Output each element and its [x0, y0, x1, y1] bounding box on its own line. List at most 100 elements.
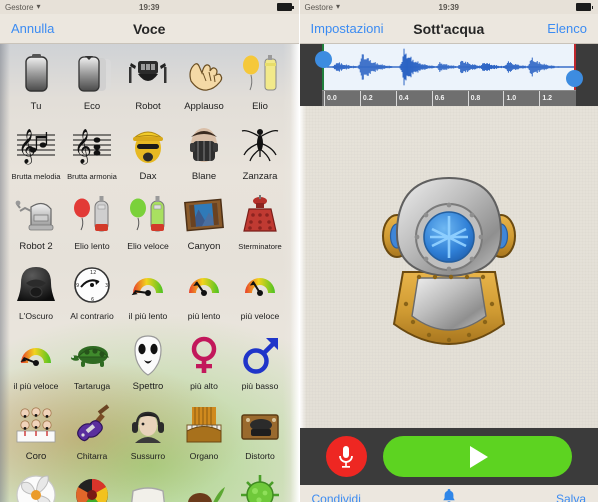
- red-balloon-tank-icon: [64, 190, 120, 240]
- share-button[interactable]: Condividi: [312, 492, 361, 502]
- effect-cell[interactable]: [64, 468, 120, 502]
- balloon-helium-icon: [232, 50, 288, 100]
- reverse-clock-icon: 12 3 6 9: [64, 260, 120, 310]
- effect-cell[interactable]: Robot 2: [8, 188, 64, 258]
- list-button[interactable]: Elenco: [547, 21, 587, 36]
- effect-cell[interactable]: [120, 468, 176, 502]
- waveform-plot: [321, 48, 576, 86]
- effect-cell[interactable]: Blane: [176, 118, 232, 188]
- effect-cell[interactable]: Canyon: [176, 188, 232, 258]
- effect-cell[interactable]: più lento: [176, 258, 232, 328]
- effect-cell[interactable]: Coro: [8, 398, 64, 468]
- effect-label: più veloce: [240, 311, 280, 321]
- effects-grid: Tu Eco Robot Applauso Elio 𝄞 Brutta melodia 𝄞 Br…: [0, 44, 299, 502]
- effect-cell[interactable]: Organo: [176, 398, 232, 468]
- effect-label: Tartaruga: [73, 381, 111, 391]
- effect-label: Sussurro: [130, 451, 166, 461]
- left-phone-screen: Gestore ▾ 19:39 Annulla Voce Tu Eco Robot A…: [0, 0, 299, 502]
- effect-cell[interactable]: Spettro: [120, 328, 176, 398]
- effect-cell[interactable]: Tu: [8, 48, 64, 118]
- mosquito-icon: [232, 120, 288, 170]
- waveform-editor[interactable]: 0.0 0.2 0.4 0.6 0.8 1.0 1.2: [299, 44, 598, 106]
- gauge-slowest-icon: [120, 260, 176, 310]
- right-navbar: Impostazioni Sott'acqua Elenco: [299, 14, 598, 44]
- robot-head-icon: [120, 50, 176, 100]
- bell-icon[interactable]: [442, 488, 456, 502]
- settings-button[interactable]: Impostazioni: [311, 21, 384, 36]
- waveform-canvas[interactable]: [321, 44, 576, 90]
- effect-cell[interactable]: L'Oscuro: [8, 258, 64, 328]
- ruler-tick: 0.4: [395, 91, 409, 106]
- spinner-wheel-icon: [64, 470, 120, 502]
- mars-symbol-icon: [232, 330, 288, 380]
- record-button[interactable]: [325, 436, 367, 477]
- selection-end-handle[interactable]: [566, 70, 583, 87]
- effect-cell[interactable]: [232, 468, 288, 502]
- effect-cell[interactable]: [8, 468, 64, 502]
- effect-cell[interactable]: Applauso: [176, 48, 232, 118]
- battery-full-icon: [276, 3, 294, 11]
- effect-label: Sterminatore: [238, 242, 282, 251]
- effect-cell[interactable]: Chitarra: [64, 398, 120, 468]
- status-time: 19:39: [438, 2, 459, 12]
- effect-label: più lento: [187, 311, 221, 321]
- effect-cell[interactable]: Dax: [120, 118, 176, 188]
- transport-bar: [299, 428, 598, 485]
- ruler-tick: 0.2: [359, 91, 373, 106]
- selection-start-handle[interactable]: [314, 51, 332, 68]
- save-button[interactable]: Salva: [556, 492, 586, 502]
- effect-label: Applauso: [184, 101, 224, 112]
- effect-cell[interactable]: Distorto: [232, 398, 288, 468]
- effect-label: Blane: [191, 171, 217, 182]
- ruler-tick-label: 0.6: [434, 95, 445, 102]
- effect-cell[interactable]: Zanzara: [232, 118, 288, 188]
- effect-cell[interactable]: più alto: [176, 328, 232, 398]
- effect-label: L'Oscuro: [18, 311, 54, 321]
- effect-cell[interactable]: Sussurro: [120, 398, 176, 468]
- ruler-tick-label: 0.8: [470, 95, 481, 102]
- effect-cell[interactable]: [176, 468, 232, 502]
- effect-cell[interactable]: 12 3 6 9 Al contrario: [64, 258, 120, 328]
- cancel-button[interactable]: Annulla: [11, 21, 54, 36]
- ruler-tick-label: 1.0: [506, 95, 517, 102]
- venus-symbol-icon: [176, 330, 232, 380]
- ruler-tick-label: 1.2: [542, 95, 553, 102]
- effect-cell[interactable]: più basso: [232, 328, 288, 398]
- effect-cell[interactable]: Sterminatore: [232, 188, 288, 258]
- effect-cell[interactable]: Elio lento: [64, 188, 120, 258]
- ghost-mask-icon: [120, 330, 176, 380]
- effect-label: Brutta armonia: [67, 172, 117, 181]
- effect-cell[interactable]: 𝄞 Brutta armonia: [64, 118, 120, 188]
- effect-cell[interactable]: il più lento: [120, 258, 176, 328]
- gauge-faster-icon: [232, 260, 288, 310]
- effect-cell[interactable]: Tartaruga: [64, 328, 120, 398]
- status-bar-left: Gestore ▾ 19:39: [0, 0, 299, 14]
- time-ruler: 0.0 0.2 0.4 0.6 0.8 1.0 1.2: [321, 90, 576, 106]
- left-navbar: Annulla Voce: [0, 14, 299, 44]
- svg-text:𝄞: 𝄞: [18, 129, 36, 165]
- effect-label: più basso: [241, 381, 279, 391]
- right-phone-screen: Gestore ▾ 19:39 Impostazioni Sott'acqua …: [299, 0, 598, 502]
- robot-arm-icon: [8, 190, 64, 240]
- effect-label: Organo: [189, 451, 219, 461]
- play-button[interactable]: [382, 436, 572, 477]
- effect-label: il più lento: [128, 311, 168, 321]
- effect-cell[interactable]: Eco: [64, 48, 120, 118]
- effect-cell[interactable]: più veloce: [232, 258, 288, 328]
- effect-cell[interactable]: Elio veloce: [120, 188, 176, 258]
- effect-cell[interactable]: Robot: [120, 48, 176, 118]
- effect-cell[interactable]: Elio: [232, 48, 288, 118]
- pipe-organ-icon: [176, 400, 232, 450]
- effect-label: Spettro: [132, 381, 164, 392]
- gauge-slower-icon: [176, 260, 232, 310]
- effects-scroll-area[interactable]: Tu Eco Robot Applauso Elio 𝄞 Brutta melodia 𝄞 Br…: [0, 44, 299, 502]
- svg-text:12: 12: [90, 270, 96, 276]
- effect-label: più alto: [190, 381, 218, 391]
- dalek-icon: [232, 190, 288, 240]
- bottom-toolbar: Condividi Salva: [299, 485, 598, 502]
- effect-cell[interactable]: il più veloce: [8, 328, 64, 398]
- effect-cell[interactable]: 𝄞 Brutta melodia: [8, 118, 64, 188]
- ruler-tick-label: 0.0: [327, 95, 337, 102]
- turtle-icon: [64, 330, 120, 380]
- effect-label: Canyon: [187, 241, 221, 252]
